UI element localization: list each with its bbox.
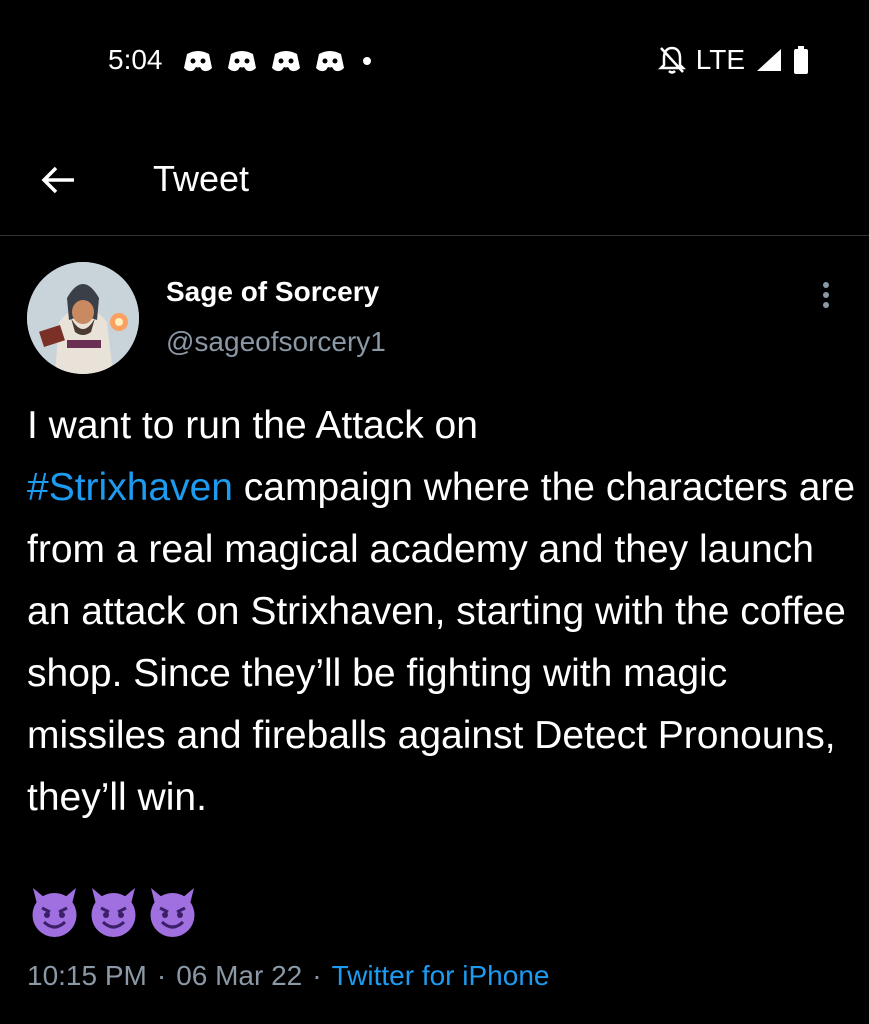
author-name[interactable]: Sage of Sorcery [166,276,379,308]
tweet-date[interactable]: 06 Mar 22 [176,960,302,992]
more-options-icon[interactable] [815,280,837,310]
smiling-devil-emoji [91,888,136,937]
tweet-header: Tweet [0,140,869,236]
avatar[interactable] [27,262,139,374]
sorcerer-avatar-image [27,262,139,374]
status-right: LTE [657,44,809,76]
discord-icon [316,51,344,72]
meta-separator: · [156,960,167,991]
author-handle[interactable]: @sageofsorcery1 [166,326,386,358]
discord-icon [184,51,212,72]
tweet-text: I want to run the Attack on #Strixhaven … [27,395,857,829]
page-title: Tweet [153,158,250,199]
emoji-row [27,884,200,939]
discord-icon [228,51,256,72]
mute-bell-icon [657,46,686,74]
signal-icon [757,49,781,71]
smiling-devil-emoji [32,888,77,937]
tweet-source[interactable]: Twitter for iPhone [332,960,550,992]
back-arrow-icon[interactable] [38,160,78,200]
discord-icon [272,51,300,72]
battery-icon [794,46,808,74]
network-type: LTE [695,44,745,75]
hashtag-link[interactable]: #Strixhaven [27,466,233,509]
notification-icons [183,48,371,74]
tweet-meta: 10:15 PM · 06 Mar 22 · Twitter for iPhon… [27,960,549,992]
smiling-devil-emoji [150,888,195,937]
meta-separator: · [312,960,322,991]
status-bar: 5:04 LTE [0,0,869,120]
status-time: 5:04 [108,44,163,75]
tweet-text-rest: campaign where the characters are from a… [27,466,856,819]
tweet-time[interactable]: 10:15 PM [27,960,147,992]
tweet-text-start: I want to run the Attack on [27,404,478,447]
more-notifications-dot [363,57,371,65]
